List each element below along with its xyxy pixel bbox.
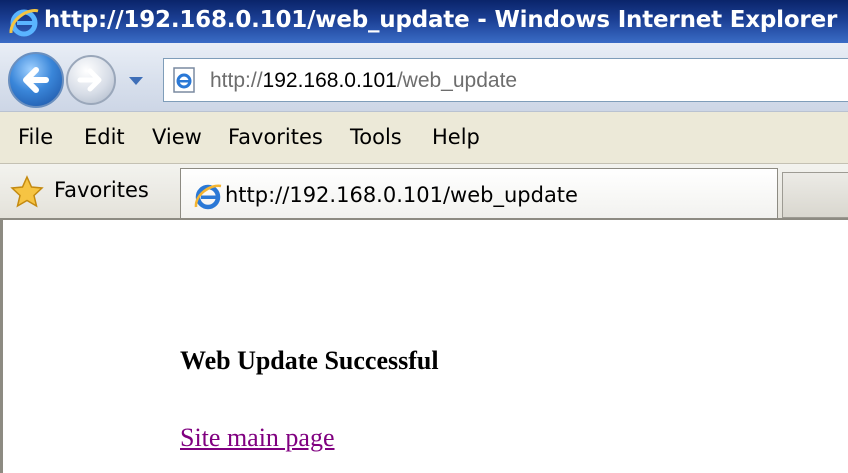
url-path: /web_update: [396, 69, 518, 92]
page-content: Web Update Successful Site main page: [0, 220, 848, 473]
url-host: 192.168.0.101: [262, 69, 397, 92]
back-button[interactable]: [8, 52, 64, 108]
window-title-bar[interactable]: http://192.168.0.101/web_update - Window…: [0, 0, 848, 43]
tab-title: http://192.168.0.101/web_update: [225, 183, 578, 207]
favorites-button[interactable]: Favorites: [54, 178, 149, 202]
back-arrow-icon: [23, 67, 49, 93]
chevron-down-icon[interactable]: [127, 74, 145, 88]
menu-tools[interactable]: Tools: [350, 125, 402, 149]
ie-page-icon: [173, 67, 195, 93]
menu-file[interactable]: File: [18, 125, 53, 149]
window-title: http://192.168.0.101/web_update - Window…: [44, 7, 838, 33]
forward-arrow-icon: [77, 68, 102, 92]
star-icon[interactable]: [10, 175, 44, 209]
menu-view[interactable]: View: [152, 125, 202, 149]
ie-logo-icon: [9, 9, 39, 37]
menu-edit[interactable]: Edit: [84, 125, 125, 149]
new-tab-button[interactable]: [782, 172, 848, 218]
forward-button[interactable]: [66, 55, 116, 105]
menu-bar: File Edit View Favorites Tools Help: [0, 112, 848, 164]
favorites-bar: Favorites http://192.168.0.101/web_updat…: [0, 164, 848, 220]
page-heading: Web Update Successful: [180, 346, 439, 375]
ie-logo-icon: [194, 184, 222, 210]
url-protocol: http://: [210, 69, 263, 92]
menu-help[interactable]: Help: [432, 125, 480, 149]
site-main-page-link[interactable]: Site main page: [180, 423, 335, 453]
address-url: http://192.168.0.101/web_update: [210, 69, 517, 93]
navigation-bar: http://192.168.0.101/web_update: [0, 43, 848, 112]
menu-favorites[interactable]: Favorites: [228, 125, 323, 149]
browser-tab[interactable]: http://192.168.0.101/web_update: [180, 168, 778, 218]
address-field[interactable]: http://192.168.0.101/web_update: [163, 58, 848, 102]
